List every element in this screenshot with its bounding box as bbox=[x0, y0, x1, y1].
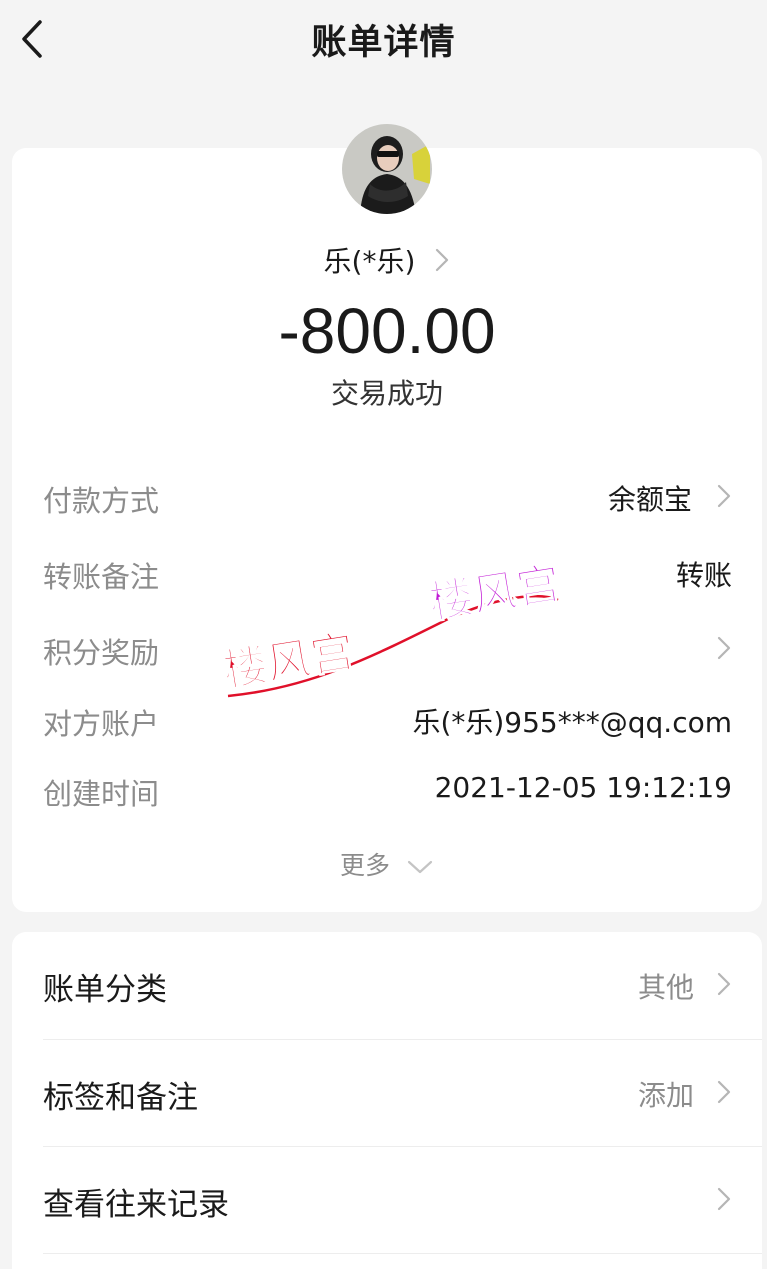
detail-label: 积分奖励 bbox=[43, 636, 160, 670]
divider bbox=[43, 1253, 762, 1254]
chevron-down-icon bbox=[407, 860, 433, 874]
action-row-view-history[interactable]: 查看往来记录 bbox=[43, 1147, 762, 1253]
detail-label: 转账备注 bbox=[43, 560, 160, 594]
action-label: 标签和备注 bbox=[43, 1080, 198, 1116]
action-row-bill-category[interactable]: 账单分类 其他 bbox=[43, 932, 762, 1038]
detail-row-counterparty-account: 对方账户 乐(*乐)955***@qq.com bbox=[43, 697, 732, 741]
bill-detail-page: 账单详情 乐(*乐) -800.00 交易成功 付款方式 余额宝 转账备注 转账… bbox=[0, 0, 767, 1269]
detail-value: 乐(*乐)955***@qq.com bbox=[412, 706, 732, 739]
chevron-right-icon bbox=[717, 484, 731, 508]
action-value: 添加 bbox=[637, 1079, 694, 1112]
chevron-right-icon bbox=[717, 1187, 731, 1211]
detail-row-transfer-note: 转账备注 转账 bbox=[43, 550, 732, 594]
action-label: 账单分类 bbox=[43, 972, 167, 1008]
transaction-amount: -800.00 bbox=[278, 295, 496, 367]
avatar-photo bbox=[342, 124, 432, 214]
payee-name: 乐(*乐) bbox=[323, 245, 416, 278]
payee-row[interactable]: 乐(*乐) bbox=[12, 240, 762, 280]
chevron-right-icon bbox=[717, 636, 731, 660]
avatar[interactable] bbox=[342, 124, 432, 214]
detail-label: 对方账户 bbox=[43, 707, 160, 741]
action-value: 其他 bbox=[637, 971, 694, 1004]
page-title: 账单详情 bbox=[311, 23, 456, 63]
transaction-card: 乐(*乐) -800.00 交易成功 付款方式 余额宝 转账备注 转账 积分奖励 bbox=[12, 124, 762, 912]
detail-row-points-reward[interactable]: 积分奖励 bbox=[43, 626, 732, 670]
chevron-right-icon bbox=[717, 1080, 731, 1104]
detail-label: 创建时间 bbox=[43, 777, 160, 811]
chevron-right-icon bbox=[436, 248, 449, 272]
more-button[interactable]: 更多 bbox=[12, 846, 762, 882]
detail-value: 余额宝 bbox=[607, 483, 692, 516]
chevron-right-icon bbox=[717, 972, 731, 996]
detail-row-created-time: 创建时间 2021-12-05 19:12:19 bbox=[43, 767, 732, 811]
actions-card: 账单分类 其他 标签和备注 添加 查看往来记录 bbox=[12, 932, 762, 1269]
nav-bar: 账单详情 bbox=[0, 0, 767, 80]
action-row-tags-notes[interactable]: 标签和备注 添加 bbox=[43, 1040, 762, 1146]
detail-label: 付款方式 bbox=[43, 484, 160, 518]
detail-value: 2021-12-05 19:12:19 bbox=[434, 771, 732, 804]
detail-value: 转账 bbox=[675, 559, 732, 592]
action-label: 查看往来记录 bbox=[43, 1187, 229, 1223]
transaction-status: 交易成功 bbox=[330, 377, 443, 410]
detail-row-payment-method[interactable]: 付款方式 余额宝 bbox=[43, 474, 732, 518]
more-label: 更多 bbox=[340, 851, 391, 880]
